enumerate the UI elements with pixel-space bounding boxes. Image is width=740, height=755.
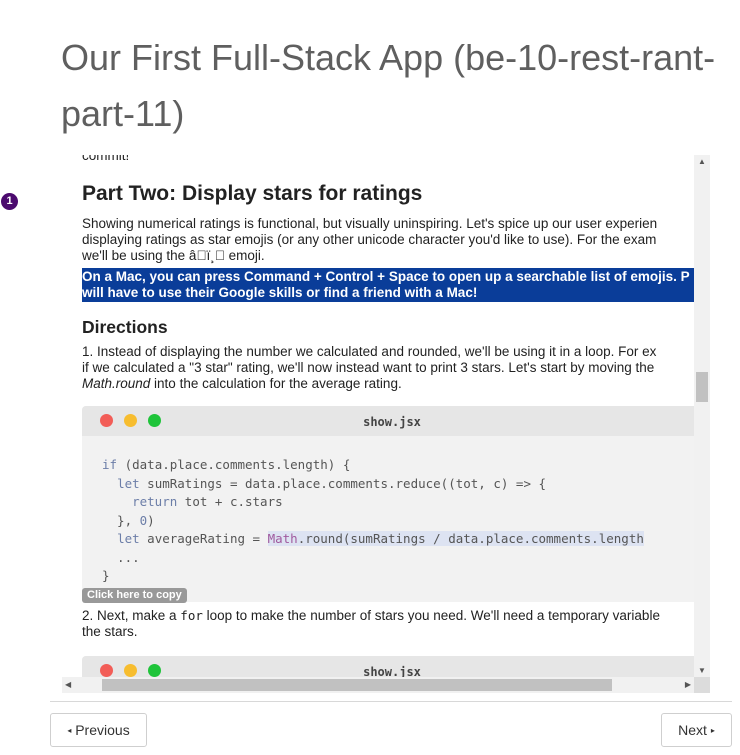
next-button[interactable]: Next ▸ (661, 713, 732, 747)
step1-tail: into the calculation for the average rat… (150, 376, 402, 391)
step1-line-3: Math.round into the calculation for the … (82, 376, 656, 392)
page-title: Our First Full-Stack App (be-10-rest-ran… (61, 37, 716, 134)
scrollbar-corner (694, 677, 710, 693)
intro-line-1: Showing numerical ratings is functional,… (82, 216, 658, 231)
scroll-left-icon[interactable]: ◀ (65, 680, 71, 689)
footer-divider (50, 701, 732, 702)
section-heading: Part Two: Display stars for ratings (82, 182, 423, 205)
code-filename: show.jsx (363, 415, 421, 429)
cut-off-text: commit! (82, 155, 130, 163)
copy-code-button[interactable]: Click here to copy (82, 588, 187, 603)
directions-step-1: 1. Instead of displaying the number we c… (82, 344, 656, 392)
code-block-1: show.jsx if (data.place.comments.length)… (82, 406, 702, 602)
chevron-right-icon: ▸ (710, 726, 715, 735)
horizontal-scrollbar[interactable]: ◀ ▶ (62, 677, 694, 693)
lesson-content-viewport[interactable]: commit! Part Two: Display stars for rati… (62, 155, 710, 693)
directions-heading: Directions (82, 317, 168, 337)
selected-text-highlight: On a Mac, you can press Command + Contro… (82, 268, 710, 302)
horizontal-scroll-thumb[interactable] (102, 679, 612, 691)
step1-line-2: if we calculated a "3 star" rating, we'l… (82, 360, 655, 375)
intro-line-2: displaying ratings as star emojis (or an… (82, 232, 657, 247)
step2-line-1: 2. Next, make a for loop to make the num… (82, 608, 660, 623)
highlight-line-1: On a Mac, you can press Command + Contro… (82, 269, 690, 284)
intro-line-3: we'll be using the â ï¸  emoji. (82, 248, 265, 263)
directions-step-2: 2. Next, make a for loop to make the num… (82, 608, 660, 640)
scroll-up-icon[interactable]: ▲ (694, 157, 710, 166)
scroll-right-icon[interactable]: ▶ (685, 680, 691, 689)
scroll-down-icon[interactable]: ▼ (694, 666, 710, 675)
vertical-scrollbar[interactable]: ▲ ▼ (694, 155, 710, 677)
chevron-left-icon: ◂ (67, 726, 72, 735)
code-window-titlebar: show.jsx (82, 406, 702, 436)
step2-line-2: the stars. (82, 624, 138, 639)
intro-paragraph: Showing numerical ratings is functional,… (82, 216, 710, 264)
previous-button[interactable]: ◂ Previous (50, 713, 147, 747)
math-round-italic: Math.round (82, 376, 151, 391)
highlight-line-2: will have to use their Google skills or … (82, 285, 478, 300)
for-inline-code: for (180, 608, 203, 623)
code-text[interactable]: if (data.place.comments.length) { let su… (102, 456, 644, 586)
step-badge[interactable]: 1 (1, 193, 18, 210)
step1-line-1: 1. Instead of displaying the number we c… (82, 344, 657, 359)
vertical-scroll-thumb[interactable] (696, 372, 708, 402)
